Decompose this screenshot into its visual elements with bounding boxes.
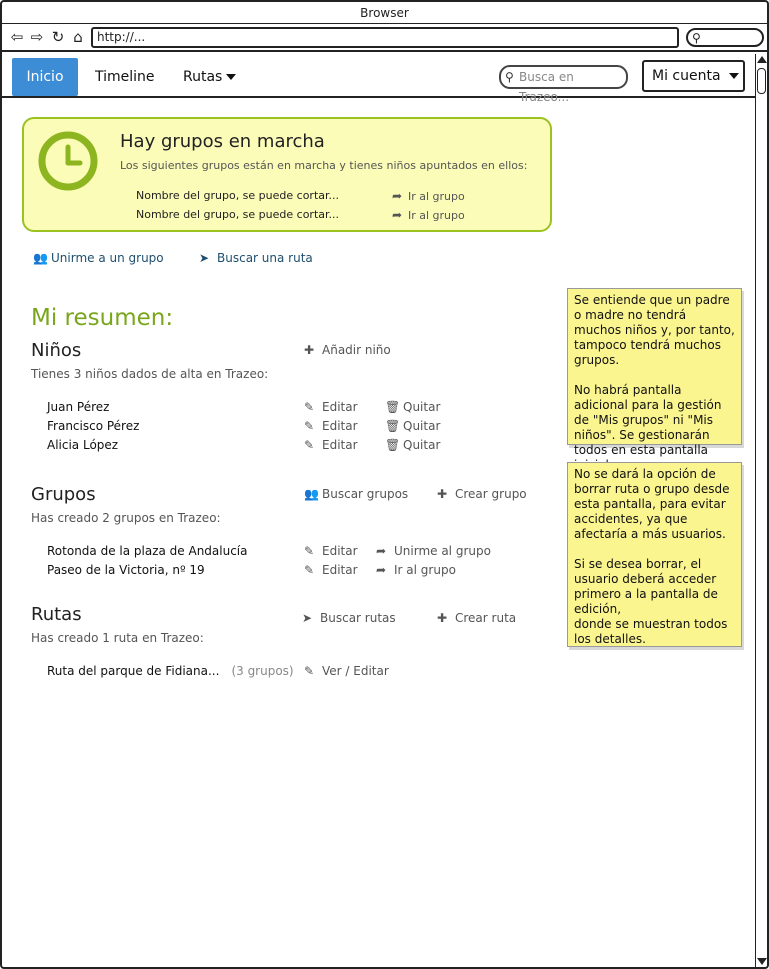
children-heading: Niños <box>31 340 82 361</box>
create-route-button[interactable]: ✚ Crear ruta <box>437 611 516 625</box>
pencil-icon: ✎ <box>304 400 315 414</box>
go-to-group-button[interactable]: ➦ Ir al grupo <box>376 563 456 577</box>
browser-toolbar: ⇦ ⇨ ↻ ⌂ http://... ⚲ <box>2 24 767 52</box>
location-arrow-icon: ➤ <box>199 251 210 265</box>
edit-child-button[interactable]: ✎ Editar <box>304 438 358 452</box>
child-name: Juan Pérez <box>47 400 110 414</box>
share-arrow-icon: ➦ <box>392 208 403 222</box>
alert-title: Hay grupos en marcha <box>120 131 325 152</box>
site-navbar: Inicio Timeline Rutas ⚲ Busca en Trazeo.… <box>2 54 755 104</box>
join-group-link[interactable]: 👥 Unirme a un grupo <box>33 251 164 265</box>
share-arrow-icon: ➦ <box>392 189 403 203</box>
alert-group-name: Nombre del grupo, se puede cortar... <box>136 189 340 202</box>
create-group-button[interactable]: ✚ Crear grupo <box>437 487 527 501</box>
alert-subtitle: Los siguientes grupos están en marcha y … <box>120 159 528 172</box>
route-group-count: (3 grupos) <box>231 664 294 678</box>
nav-home[interactable]: Inicio <box>12 58 78 96</box>
scroll-down-icon[interactable] <box>757 958 767 965</box>
join-group-button[interactable]: ➦ Unirme al grupo <box>376 544 491 558</box>
pencil-icon: ✎ <box>304 419 315 433</box>
remove-child-button[interactable]: 🗑 Quitar <box>385 400 440 414</box>
location-arrow-icon: ➤ <box>302 611 313 625</box>
group-name: Rotonda de la plaza de Andalucía <box>47 544 248 558</box>
alert-group-row: Nombre del grupo, se puede cortar... ➦ Ir… <box>136 189 556 205</box>
site-search-placeholder: Busca en Trazeo... <box>519 70 574 104</box>
child-name: Alicia López <box>47 438 119 452</box>
browser-search-box[interactable]: ⚲ <box>686 28 764 47</box>
plus-icon: ✚ <box>437 611 448 625</box>
pencil-icon: ✎ <box>304 563 315 577</box>
sticky-note: No se dará la opción de borrar ruta o gr… <box>567 462 742 647</box>
alert-group-name: Nombre del grupo, se puede cortar... <box>136 208 340 221</box>
nav-routes-dropdown[interactable]: Rutas <box>183 58 237 96</box>
scroll-thumb[interactable] <box>757 68 766 94</box>
url-bar[interactable]: http://... <box>91 27 679 48</box>
clock-icon <box>38 131 98 191</box>
vertical-scrollbar[interactable] <box>755 54 767 967</box>
routes-heading: Rutas <box>31 604 82 625</box>
search-groups-button[interactable]: 👥 Buscar grupos <box>304 487 408 501</box>
home-icon[interactable]: ⌂ <box>69 27 87 47</box>
nav-timeline[interactable]: Timeline <box>95 58 155 96</box>
nav-routes-label: Rutas <box>183 69 223 85</box>
go-to-group-link[interactable]: ➦ Ir al grupo <box>392 189 465 203</box>
plus-icon: ✚ <box>304 343 315 357</box>
chevron-down-icon <box>728 73 739 79</box>
back-icon[interactable]: ⇦ <box>8 27 26 47</box>
users-icon: 👥 <box>304 487 319 501</box>
active-groups-alert: Hay grupos en marcha Los siguientes grup… <box>22 117 552 232</box>
edit-child-button[interactable]: ✎ Editar <box>304 419 358 433</box>
find-route-link[interactable]: ➤ Buscar una ruta <box>199 251 313 265</box>
plus-icon: ✚ <box>437 487 448 501</box>
window-title: Browser <box>2 2 767 24</box>
children-subtitle: Tienes 3 niños dados de alta en Trazeo: <box>31 367 269 381</box>
account-label: Mi cuenta <box>652 68 721 84</box>
remove-child-button[interactable]: 🗑 Quitar <box>385 438 440 452</box>
groups-heading: Grupos <box>31 484 96 505</box>
share-arrow-icon: ➦ <box>376 544 387 558</box>
trash-icon: 🗑 <box>385 400 401 414</box>
search-routes-button[interactable]: ➤ Buscar rutas <box>302 611 396 625</box>
forward-icon[interactable]: ⇨ <box>28 27 46 47</box>
trash-icon: 🗑 <box>385 438 401 452</box>
chevron-down-icon <box>226 74 237 80</box>
edit-child-button[interactable]: ✎ Editar <box>304 400 358 414</box>
users-icon: 👥 <box>33 251 48 265</box>
group-name: Paseo de la Victoria, nº 19 <box>47 563 205 577</box>
pencil-icon: ✎ <box>304 664 315 678</box>
scroll-up-icon[interactable] <box>757 56 767 63</box>
go-to-group-link[interactable]: ➦ Ir al grupo <box>392 208 465 222</box>
share-arrow-icon: ➦ <box>376 563 387 577</box>
groups-subtitle: Has creado 2 grupos en Trazeo: <box>31 511 221 525</box>
reload-icon[interactable]: ↻ <box>49 27 67 47</box>
site-search-input[interactable]: ⚲ Busca en Trazeo... <box>499 65 628 104</box>
pencil-icon: ✎ <box>304 544 315 558</box>
search-icon: ⚲ <box>692 31 701 45</box>
route-row: Ruta del parque de Fidiana... (3 grupos) <box>47 664 294 678</box>
search-icon: ⚲ <box>505 70 514 84</box>
child-name: Francisco Pérez <box>47 419 140 433</box>
pencil-icon: ✎ <box>304 438 315 452</box>
summary-title: Mi resumen: <box>31 305 174 331</box>
edit-group-button[interactable]: ✎ Editar <box>304 563 358 577</box>
routes-subtitle: Has creado 1 ruta en Trazeo: <box>31 631 204 645</box>
route-name: Ruta del parque de Fidiana... <box>47 664 220 678</box>
account-dropdown-button[interactable]: Mi cuenta <box>642 60 745 92</box>
edit-group-button[interactable]: ✎ Editar <box>304 544 358 558</box>
remove-child-button[interactable]: 🗑 Quitar <box>385 419 440 433</box>
add-child-button[interactable]: ✚ Añadir niño <box>304 343 391 357</box>
sticky-note: Se entiende que un padre o madre no tend… <box>567 288 742 472</box>
view-edit-route-button[interactable]: ✎ Ver / Editar <box>304 664 389 678</box>
trash-icon: 🗑 <box>385 419 401 433</box>
alert-group-row: Nombre del grupo, se puede cortar... ➦ Ir… <box>136 208 556 224</box>
